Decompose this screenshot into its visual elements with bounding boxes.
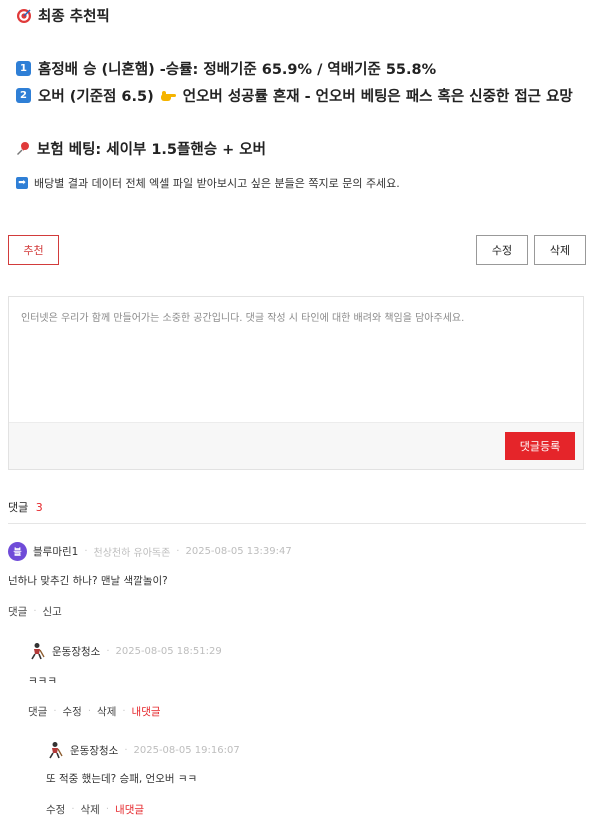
my-comment-badge: 내댓글	[115, 804, 145, 816]
pushpin-icon	[16, 141, 31, 156]
insurance-text: 보험 베팅: 세이부 1.5플핸승 + 오버	[37, 142, 266, 158]
comment-3-header: 운동장청소 · 2025-08-05 19:16:07	[46, 741, 240, 759]
pick-text-1: 홈정배 승 (니혼햄) -승률: 정배기준 65.9% / 역배기준 55.8%	[38, 62, 437, 78]
comments-label: 댓글	[8, 501, 29, 514]
comment-form-footer: 댓글등록	[9, 422, 583, 469]
comments-count: 3	[35, 501, 43, 514]
comment-submit-button[interactable]: 댓글등록	[505, 432, 575, 460]
avatar: 블	[8, 542, 27, 561]
keycap-1-icon: 1	[16, 61, 31, 76]
comment-2-actions: 댓글 · 수정 · 삭제 · 내댓글	[28, 704, 161, 719]
divider	[8, 523, 586, 524]
comment-input[interactable]: 인터넷은 우리가 함께 만들어가는 소중한 공간입니다. 댓글 작성 시 타인에…	[21, 309, 464, 324]
comment-3-actions: 수정 · 삭제 · 내댓글	[46, 802, 145, 817]
comment-text: 넌하나 맞추긴 하나? 맨날 색깔놀이?	[8, 575, 168, 587]
comment-author[interactable]: 블루마린1	[33, 544, 78, 559]
post-title-line: 최종 추천픽	[16, 5, 110, 26]
insurance-line: 보험 베팅: 세이부 1.5플핸승 + 오버	[16, 138, 266, 159]
my-comment-badge: 내댓글	[131, 706, 161, 718]
comment-time: 2025-08-05 13:39:47	[185, 546, 292, 557]
note-text: 배당별 결과 데이터 전체 엑셀 파일 받아보시고 싶은 분들은 쪽지로 문의 …	[34, 177, 400, 190]
target-icon	[16, 8, 32, 24]
comment-text: ㅋㅋㅋ	[28, 675, 57, 687]
report-button[interactable]: 신고	[43, 604, 62, 619]
post-title: 최종 추천픽	[38, 9, 110, 25]
keycap-2-icon: 2	[16, 88, 31, 103]
comment-2-header: 운동장청소 · 2025-08-05 18:51:29	[28, 642, 222, 660]
pointing-hand-icon	[160, 89, 177, 103]
pick-line-1: 1 홈정배 승 (니혼햄) -승률: 정배기준 65.9% / 역배기준 55.…	[16, 58, 436, 79]
delete-post-button[interactable]: 삭제	[534, 235, 586, 265]
pick-text-2-suffix: 언오버 성공률 혼재 - 언오버 베팅은 패스 혹은 신중한 접근 요망	[182, 89, 573, 105]
reply-button[interactable]: 댓글	[8, 604, 27, 619]
reply-button[interactable]: 댓글	[28, 704, 47, 719]
comment-author[interactable]: 운동장청소	[70, 743, 118, 758]
sweeper-icon	[28, 642, 46, 660]
right-arrow-icon: ➡	[16, 177, 28, 189]
comment-1-header: 블 블루마린1 · 천상천하 유아독존 · 2025-08-05 13:39:4…	[8, 542, 292, 561]
edit-post-button[interactable]: 수정	[476, 235, 528, 265]
comment-time: 2025-08-05 18:51:29	[115, 645, 222, 657]
pick-line-2: 2 오버 (기준점 6.5) 언오버 성공률 혼재 - 언오버 베팅은 패스 혹…	[16, 85, 573, 106]
comment-badge: 천상천하 유아독존	[93, 548, 171, 559]
note-line: ➡ 배당별 결과 데이터 전체 엑셀 파일 받아보시고 싶은 분들은 쪽지로 문…	[16, 175, 400, 191]
comment-form: 인터넷은 우리가 함께 만들어가는 소중한 공간입니다. 댓글 작성 시 타인에…	[8, 296, 584, 470]
pick-text-2-prefix: 오버 (기준점 6.5)	[38, 89, 154, 105]
comments-header: 댓글 3	[8, 499, 43, 515]
comment-text: 또 적중 했는데? 승패, 언오버 ㅋㅋ	[46, 773, 198, 785]
recommend-button[interactable]: 추천	[8, 235, 59, 265]
sweeper-icon	[46, 741, 64, 759]
delete-comment-button[interactable]: 삭제	[97, 704, 116, 719]
comment-time: 2025-08-05 19:16:07	[133, 744, 240, 756]
comment-1-actions: 댓글 · 신고	[8, 604, 62, 619]
comment-author[interactable]: 운동장청소	[52, 644, 100, 659]
edit-comment-button[interactable]: 수정	[63, 704, 82, 719]
delete-comment-button[interactable]: 삭제	[81, 802, 100, 817]
edit-comment-button[interactable]: 수정	[46, 802, 65, 817]
